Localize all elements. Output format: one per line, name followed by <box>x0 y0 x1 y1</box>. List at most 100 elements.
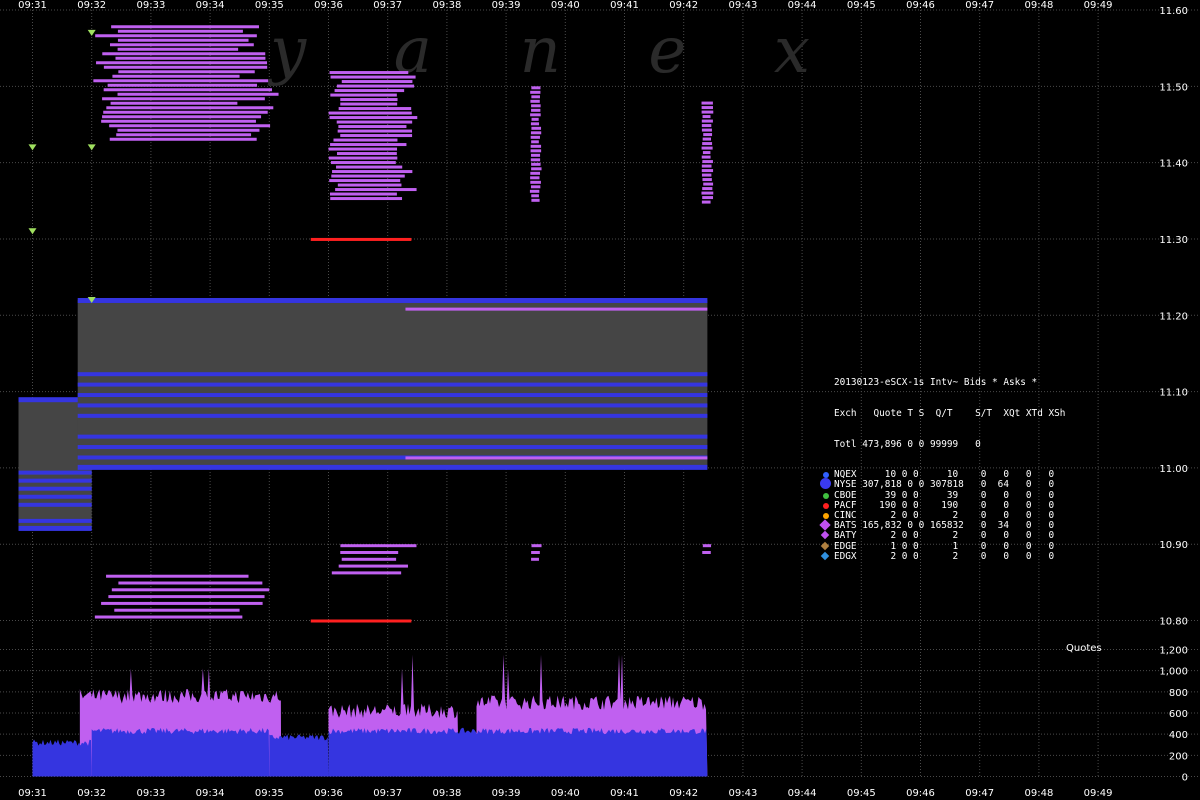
volume-tick-label: 0 <box>1182 773 1188 784</box>
y-tick-label: 11.40 <box>1159 159 1188 170</box>
nyse-quote-level <box>77 372 708 377</box>
bats-quote-level <box>701 169 714 173</box>
x-tick-label-bottom: 09:32 <box>77 788 106 799</box>
volume-series-nyse <box>269 734 329 777</box>
bats-quote-level <box>106 574 249 578</box>
volume-tick-label: 800 <box>1169 688 1188 699</box>
bats-quote-level <box>336 120 413 124</box>
bats-quote-level <box>101 601 263 605</box>
x-tick-label-top: 09:34 <box>196 0 225 11</box>
bats-quote-level <box>117 38 249 42</box>
bats-quote-level <box>701 173 712 177</box>
bats-quote-level <box>530 158 541 162</box>
diamond-marker-icon <box>819 519 831 531</box>
bats-quote-level <box>529 189 540 193</box>
bid-line-nyse <box>18 525 92 531</box>
bats-quote-level <box>333 138 398 142</box>
bats-quote-level <box>102 115 262 119</box>
bats-quote-level <box>114 608 240 612</box>
price-marks <box>18 25 714 623</box>
bats-quote-level <box>701 146 713 150</box>
bats-quote-level <box>701 164 712 168</box>
bats-bid-line <box>405 456 708 460</box>
bats-quote-level <box>531 162 541 166</box>
bats-quote-level <box>336 152 397 156</box>
x-tick-label-top: 09:44 <box>788 0 817 11</box>
bats-quote-level <box>338 125 407 129</box>
bats-quote-level <box>103 110 268 114</box>
bats-quote-level <box>702 142 713 146</box>
bats-quote-level <box>340 98 398 102</box>
bats-quote-level <box>703 133 713 137</box>
bats-quote-level <box>118 70 255 74</box>
bats-quote-level <box>330 197 403 201</box>
nyse-quote-level <box>18 518 92 523</box>
x-tick-label-bottom: 09:39 <box>492 788 521 799</box>
bats-quote-level <box>106 106 274 110</box>
nyse-quote-level <box>18 478 92 483</box>
nyse-quote-level <box>77 393 708 398</box>
x-tick-label-bottom: 09:37 <box>373 788 402 799</box>
bats-quote-level <box>530 90 541 94</box>
x-tick-label-bottom: 09:33 <box>136 788 165 799</box>
bats-quote-level <box>95 34 257 38</box>
bats-quote-level <box>701 124 712 128</box>
bats-quote-level <box>531 117 539 121</box>
nyse-quote-level <box>77 382 708 387</box>
bats-quote-level <box>530 176 540 180</box>
bats-quote-level <box>530 135 540 139</box>
bats-quote-level <box>338 564 408 568</box>
bats-quote-level <box>328 147 398 151</box>
bats-quote-level <box>338 107 412 111</box>
bats-quote-level <box>337 183 402 187</box>
x-tick-label-bottom: 09:40 <box>551 788 580 799</box>
bats-quote-level <box>330 143 407 147</box>
bats-quote-level <box>96 61 268 65</box>
bats-quote-level <box>108 595 265 599</box>
bats-quote-level <box>337 129 413 133</box>
bats-quote-level <box>117 29 243 33</box>
bats-quote-level <box>341 557 397 561</box>
volume-tick-label: 1,200 <box>1159 646 1188 657</box>
bats-quote-level <box>530 149 542 153</box>
x-tick-label-top: 09:39 <box>492 0 521 11</box>
bats-quote-level <box>702 151 711 155</box>
bats-quote-level <box>531 557 539 561</box>
bats-quote-level <box>116 133 252 137</box>
x-tick-label-bottom: 09:47 <box>965 788 994 799</box>
dot-marker-icon <box>823 502 829 509</box>
bats-quote-level <box>531 126 542 130</box>
bats-quote-level <box>702 178 712 182</box>
dot-marker-icon <box>820 478 831 490</box>
x-tick-label-bottom: 09:31 <box>18 788 47 799</box>
bats-quote-level <box>530 113 541 117</box>
bats-quote-level <box>701 155 711 159</box>
cboe-quote-marker <box>28 228 37 235</box>
bats-quote-level <box>117 47 239 51</box>
y-tick-label: 11.20 <box>1159 311 1188 322</box>
x-tick-label-top: 09:36 <box>314 0 343 11</box>
bats-quote-level <box>530 180 541 184</box>
volume-area <box>32 654 708 777</box>
bats-quote-level <box>331 161 396 165</box>
bats-quote-level <box>340 102 398 106</box>
bats-quote-level <box>110 101 238 105</box>
legend-total: Totl 473,896 0 0 99999 0 <box>834 438 981 450</box>
x-tick-label-top: 09:37 <box>373 0 402 11</box>
x-tick-label-bottom: 09:34 <box>196 788 225 799</box>
bats-quote-level <box>530 171 541 175</box>
bats-quote-level <box>530 185 541 189</box>
bats-quote-level <box>102 52 266 56</box>
bats-quote-level <box>101 119 256 123</box>
bats-quote-level <box>702 160 713 164</box>
x-tick-label-bottom: 09:49 <box>1084 788 1113 799</box>
bats-quote-level <box>702 137 712 141</box>
bats-quote-level <box>340 544 417 548</box>
nyse-quote-level <box>18 470 92 475</box>
bats-quote-level <box>531 95 540 99</box>
nyse-quote-level <box>77 434 708 439</box>
bats-quote-level <box>531 550 540 554</box>
y-tick-label: 10.90 <box>1159 540 1188 551</box>
bats-quote-level <box>702 196 714 200</box>
bats-quote-level <box>701 119 713 123</box>
